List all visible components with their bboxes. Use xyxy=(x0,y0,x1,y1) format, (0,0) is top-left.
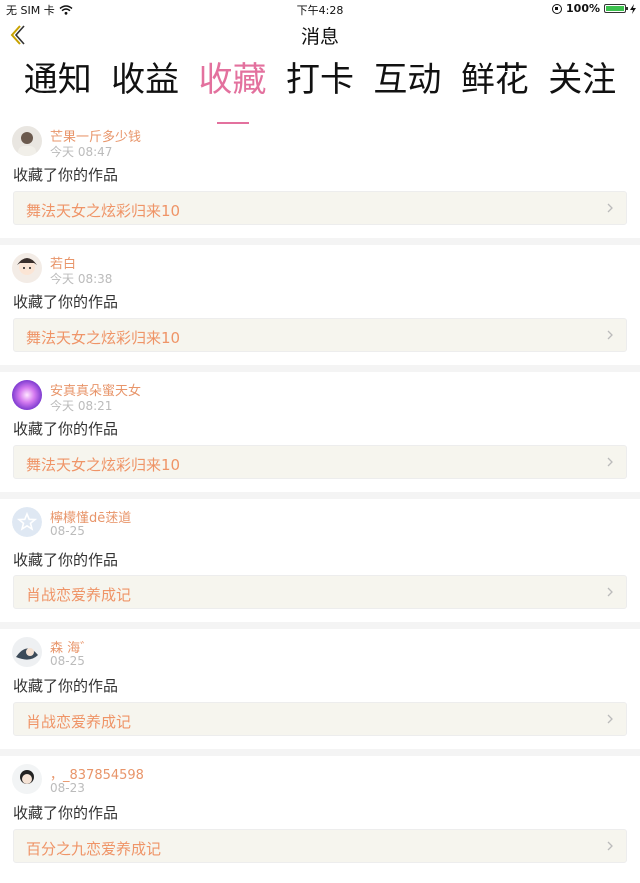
tab-notice[interactable]: 通知 xyxy=(24,52,92,116)
timestamp: 今天 08:47 xyxy=(50,145,113,159)
chevron-right-icon xyxy=(607,330,613,340)
work-link[interactable]: 舞法天女之炫彩归来10 xyxy=(13,445,627,479)
charging-icon xyxy=(630,3,636,14)
tab-flowers[interactable]: 鲜花 xyxy=(461,52,529,116)
work-title: 舞法天女之炫彩归来10 xyxy=(26,456,181,474)
chevron-right-icon xyxy=(607,841,613,851)
timestamp: 今天 08:38 xyxy=(50,272,113,286)
work-link[interactable]: 舞法天女之炫彩归来10 xyxy=(13,191,627,225)
action-text: 收藏了你的作品 xyxy=(13,677,119,695)
notification-list: 芒果一斤多少钱 今天 08:47 收藏了你的作品 舞法天女之炫彩归来10 若白 … xyxy=(0,118,640,883)
divider xyxy=(0,492,640,499)
timestamp: 08-23 xyxy=(50,781,85,795)
divider xyxy=(0,622,640,629)
status-time: 下午4:28 xyxy=(296,4,344,17)
list-item: 若白 今天 08:38 收藏了你的作品 舞法天女之炫彩归来10 xyxy=(0,245,640,372)
timestamp: 08-25 xyxy=(50,524,85,538)
list-item: 森 海゛ 08-25 收藏了你的作品 肖战恋爱养成记 xyxy=(0,629,640,756)
battery-percent: 100% xyxy=(566,2,600,15)
work-title: 肖战恋爱养成记 xyxy=(26,713,132,731)
list-item: 安真真朵蜜天女 今天 08:21 收藏了你的作品 舞法天女之炫彩归来10 xyxy=(0,372,640,499)
action-text: 收藏了你的作品 xyxy=(13,420,119,438)
list-item: 芒果一斤多少钱 今天 08:47 收藏了你的作品 舞法天女之炫彩归来10 xyxy=(0,118,640,245)
tab-follow[interactable]: 关注 xyxy=(548,52,616,116)
user-avatar[interactable] xyxy=(12,637,42,667)
status-bar: 无 SIM 卡 下午4:28 100% xyxy=(0,0,640,18)
timestamp: 08-25 xyxy=(50,654,85,668)
chevron-right-icon xyxy=(607,714,613,724)
tab-favorites[interactable]: 收藏 xyxy=(199,52,267,124)
message-tabs: 通知 收益 收藏 打卡 互动 鲜花 关注 xyxy=(0,52,640,124)
battery-icon xyxy=(604,4,628,13)
work-link[interactable]: 肖战恋爱养成记 xyxy=(13,702,627,736)
divider xyxy=(0,365,640,372)
chevron-right-icon xyxy=(607,203,613,213)
work-link[interactable]: 肖战恋爱养成记 xyxy=(13,575,627,609)
action-text: 收藏了你的作品 xyxy=(13,551,119,569)
nav-bar: 消息 xyxy=(0,18,640,52)
work-title: 百分之九恋爱养成记 xyxy=(26,840,162,858)
work-link[interactable]: 百分之九恋爱养成记 xyxy=(13,829,627,863)
chevron-right-icon xyxy=(607,587,613,597)
list-item: 檸檬慬dē蒁道 08-25 收藏了你的作品 肖战恋爱养成记 xyxy=(0,499,640,629)
action-text: 收藏了你的作品 xyxy=(13,293,119,311)
status-right: 100% xyxy=(552,2,636,15)
work-title: 舞法天女之炫彩归来10 xyxy=(26,202,181,220)
divider xyxy=(0,749,640,756)
chevron-right-icon xyxy=(607,457,613,467)
action-text: 收藏了你的作品 xyxy=(13,166,119,184)
tab-interaction[interactable]: 互动 xyxy=(373,52,441,116)
tab-checkin[interactable]: 打卡 xyxy=(286,52,354,116)
user-avatar[interactable] xyxy=(12,126,42,156)
tab-earnings[interactable]: 收益 xyxy=(111,52,179,116)
work-link[interactable]: 舞法天女之炫彩归来10 xyxy=(13,318,627,352)
page-title: 消息 xyxy=(300,26,339,48)
default-star-avatar-icon[interactable] xyxy=(12,507,42,537)
user-avatar[interactable] xyxy=(12,764,42,794)
list-item: ，_837854598 08-23 收藏了你的作品 百分之九恋爱养成记 xyxy=(0,756,640,883)
user-avatar[interactable] xyxy=(12,380,42,410)
action-text: 收藏了你的作品 xyxy=(13,804,119,822)
user-avatar[interactable] xyxy=(12,253,42,283)
work-title: 舞法天女之炫彩归来10 xyxy=(26,329,181,347)
divider xyxy=(0,238,640,245)
timestamp: 今天 08:21 xyxy=(50,399,113,413)
orientation-lock-icon xyxy=(552,3,563,14)
work-title: 肖战恋爱养成记 xyxy=(26,586,132,604)
